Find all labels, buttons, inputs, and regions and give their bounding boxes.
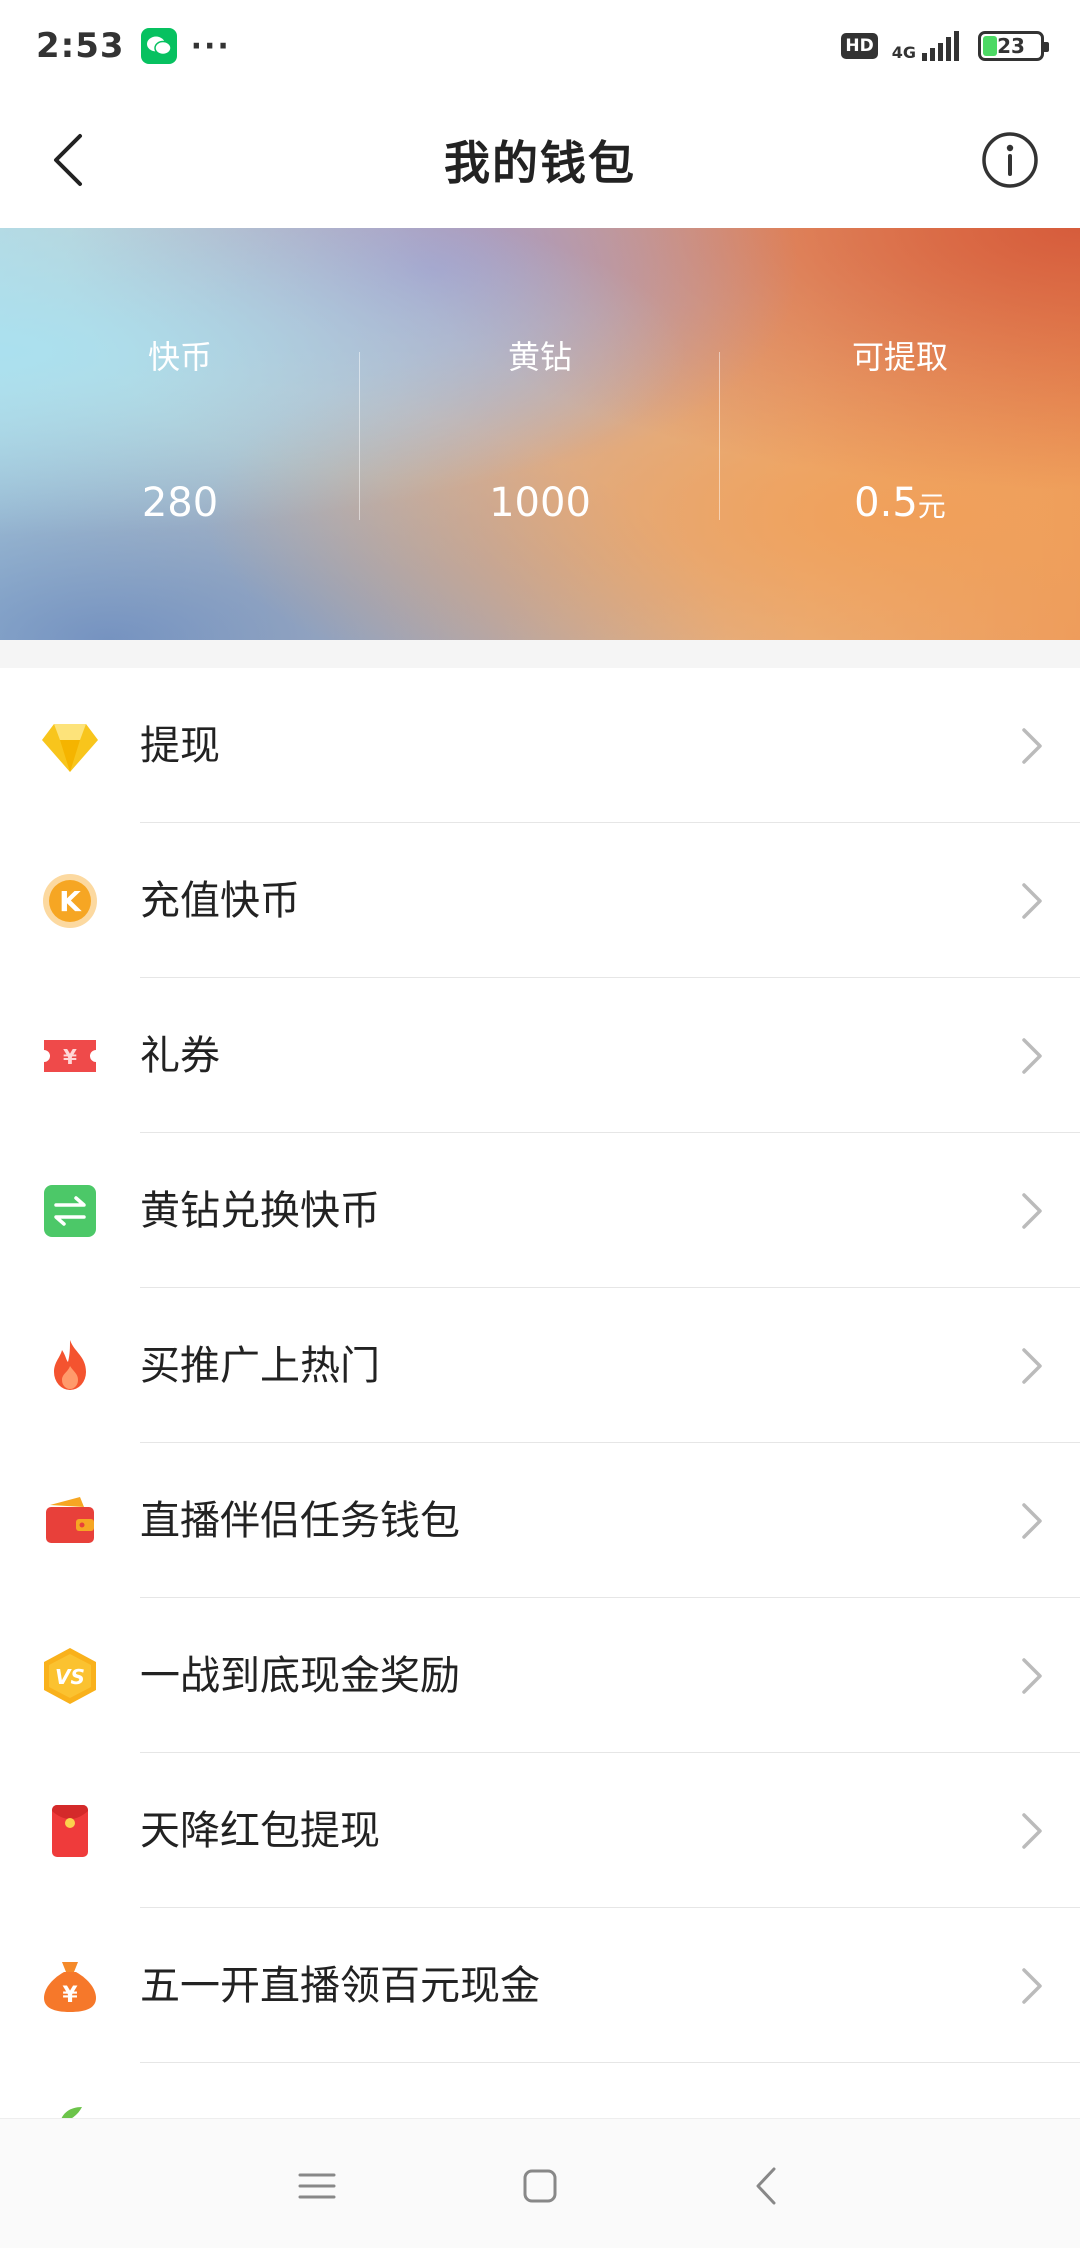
vs-icon: VS: [44, 1648, 96, 1704]
back-icon[interactable]: [742, 2161, 792, 2211]
home-icon[interactable]: [515, 2161, 565, 2211]
menu-item-label: 五一开直播领百元现金: [140, 1963, 540, 2009]
menu-item-coupon[interactable]: ¥ 礼券: [0, 978, 1080, 1133]
svg-text:¥: ¥: [62, 1983, 78, 2008]
battery-icon: 23: [978, 31, 1049, 61]
status-bar: 2:53 ··· HD 4G 23: [0, 0, 1080, 92]
flame-icon: [54, 1340, 86, 1390]
chevron-right-icon: [1022, 1813, 1042, 1849]
menu-item-label: 礼券: [140, 1033, 220, 1079]
menu-item-may-day-cash[interactable]: ¥ 五一开直播领百元现金: [0, 1908, 1080, 2063]
network-indicator: 4G: [892, 31, 964, 61]
status-right: HD 4G 23: [841, 31, 1049, 61]
section-gap: [0, 640, 1080, 668]
more-notifications-icon: ···: [190, 28, 231, 64]
exchange-icon: [44, 1185, 96, 1237]
chevron-right-icon: [1022, 1193, 1042, 1229]
svg-text:K: K: [59, 885, 82, 918]
wallet-banner: 快币 280 黄钻 1000 可提取 0.5元: [0, 228, 1080, 640]
nav-bar: 我的钱包: [0, 92, 1080, 228]
stat-value: 0.5元: [854, 480, 946, 526]
system-nav-bar: [0, 2118, 1080, 2248]
chevron-right-icon: [1022, 1503, 1042, 1539]
diamond-icon: [42, 724, 98, 772]
chevron-right-icon: [1022, 1968, 1042, 2004]
page-title: 我的钱包: [444, 136, 636, 190]
menu-item-label: 提现: [140, 723, 220, 769]
hd-badge: HD: [841, 33, 878, 59]
stat-label: 快币: [147, 338, 212, 376]
stat-value: 280: [141, 480, 219, 526]
svg-text:VS: VS: [55, 1665, 85, 1689]
menu-item-label: 买推广上热门: [140, 1343, 380, 1389]
menu-item-label: 直播伴侣任务钱包: [140, 1498, 460, 1544]
wechat-icon: [140, 28, 177, 64]
menu-item-label: 天降红包提现: [140, 1808, 380, 1854]
chevron-right-icon: [1022, 1348, 1042, 1384]
chevron-right-icon: [1022, 1038, 1042, 1074]
menu-item-promote[interactable]: 买推广上热门: [0, 1288, 1080, 1443]
menu-item-label: 充值快币: [140, 878, 300, 924]
stat-value: 1000: [489, 480, 591, 526]
network-type: 4G: [891, 43, 916, 62]
back-icon[interactable]: [42, 130, 102, 190]
menu-item-vs-reward[interactable]: VS 一战到底现金奖励: [0, 1598, 1080, 1753]
menu-item-label: 一战到底现金奖励: [140, 1653, 460, 1699]
menu-item-recharge[interactable]: K 充值快币: [0, 823, 1080, 978]
k-coin-icon: K: [43, 874, 97, 928]
wallet-icon: [46, 1497, 94, 1543]
stat-withdrawable[interactable]: 可提取 0.5元: [720, 228, 1080, 640]
menu-item-companion-wallet[interactable]: 直播伴侣任务钱包: [0, 1443, 1080, 1598]
wallet-menu: 提现 K 充值快币 ¥ 礼券 黄钻兑换快币 买推广上热门 直播伴侣任务钱包 VS…: [0, 668, 1080, 2123]
stat-kuaibi[interactable]: 快币 280: [0, 228, 360, 640]
stat-label: 黄钻: [507, 338, 572, 376]
menu-item-exchange[interactable]: 黄钻兑换快币: [0, 1133, 1080, 1288]
stat-label: 可提取: [851, 338, 948, 376]
info-icon[interactable]: [980, 130, 1040, 190]
red-envelope-icon: [52, 1805, 88, 1857]
coupon-icon: ¥: [44, 1040, 96, 1072]
menu-item-partial[interactable]: [0, 2063, 1080, 2123]
menu-item-red-envelope[interactable]: 天降红包提现: [0, 1753, 1080, 1908]
battery-level: 23: [997, 34, 1025, 58]
svg-text:¥: ¥: [63, 1045, 77, 1069]
status-time: 2:53: [36, 26, 125, 66]
chevron-right-icon: [1022, 1658, 1042, 1694]
stat-huangzuan[interactable]: 黄钻 1000: [360, 228, 720, 640]
menu-item-withdraw[interactable]: 提现: [0, 668, 1080, 823]
chevron-right-icon: [1022, 728, 1042, 764]
chevron-right-icon: [1022, 883, 1042, 919]
signal-icon: [922, 31, 959, 61]
menu-item-label: 黄钻兑换快币: [140, 1188, 380, 1234]
menu-icon[interactable]: [292, 2161, 342, 2211]
money-bag-icon: ¥: [44, 1962, 96, 2012]
